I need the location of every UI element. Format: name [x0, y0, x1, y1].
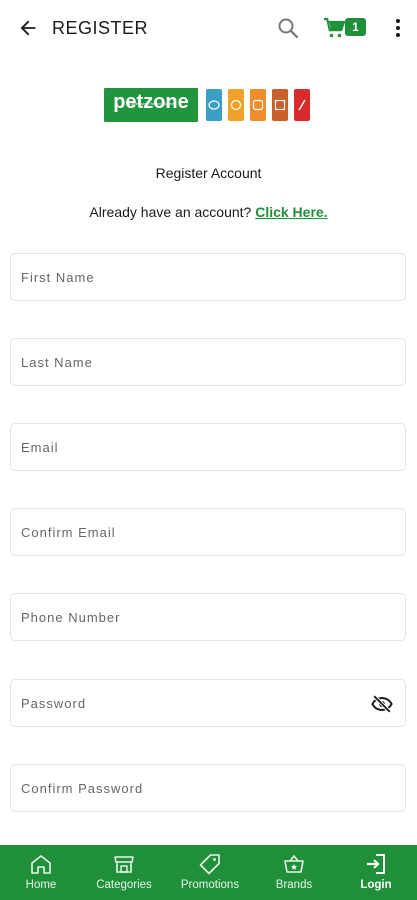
cart-button[interactable]: 1 [323, 14, 366, 42]
toggle-password-visibility-button[interactable] [371, 693, 393, 715]
more-options-button[interactable] [388, 16, 408, 40]
nav-label-login: Login [360, 879, 392, 891]
password-field [10, 679, 406, 727]
register-heading: Register Account [155, 165, 262, 181]
search-icon [278, 18, 299, 39]
email-field [10, 423, 406, 471]
last-name-input[interactable] [11, 339, 405, 385]
nav-label-home: Home [25, 879, 57, 891]
password-input[interactable] [11, 680, 405, 726]
storefront-icon [114, 856, 134, 873]
nav-label-categories: Categories [96, 879, 152, 891]
cart-count-badge: 1 [345, 18, 366, 36]
home-icon [31, 855, 51, 874]
tag-icon [199, 854, 220, 875]
eye-off-icon [371, 694, 393, 714]
confirm-password-input[interactable] [11, 765, 405, 811]
back-arrow-icon [20, 20, 36, 36]
nav-item-home[interactable]: Home [14, 845, 68, 900]
login-link[interactable]: Click Here. [255, 204, 327, 220]
logo-tile-bird [272, 89, 288, 121]
cart-icon [324, 17, 346, 38]
confirm-email-field [10, 508, 406, 556]
bottom-nav: Home Categories Promotions Brands Login [0, 845, 417, 900]
nav-label-brands: Brands [275, 879, 313, 891]
first-name-field [10, 253, 406, 301]
logo-tile-cat [228, 89, 244, 121]
basket-icon [284, 854, 304, 873]
phone-number-input[interactable] [11, 594, 405, 640]
logo-tile-small-pet [294, 89, 310, 121]
search-button[interactable] [276, 16, 300, 40]
page-title: REGISTER [52, 18, 149, 38]
nav-item-brands[interactable]: Brands [266, 845, 322, 900]
more-vertical-icon [396, 19, 400, 37]
phone-number-field [10, 593, 406, 641]
petzone-logo: petzone a pets zone for everyone [104, 88, 314, 124]
nav-item-categories[interactable]: Categories [88, 845, 160, 900]
logo-tile-dog [250, 89, 266, 121]
logo-wordmark: petzone a pets zone for everyone [104, 88, 198, 122]
nav-label-promotions: Promotions [180, 879, 240, 891]
confirm-password-field [10, 764, 406, 812]
confirm-email-input[interactable] [11, 509, 405, 555]
logo-tile-fish [206, 89, 222, 121]
app-bar: REGISTER 1 [0, 0, 417, 56]
back-button[interactable] [16, 16, 40, 40]
nav-item-login[interactable]: Login [350, 845, 402, 900]
email-input[interactable] [11, 424, 405, 470]
login-icon [367, 854, 385, 874]
last-name-field [10, 338, 406, 386]
first-name-input[interactable] [11, 254, 405, 300]
logo-tagline: a pets zone for everyone [128, 102, 174, 106]
login-prompt-text: Already have an account? [89, 204, 252, 220]
login-prompt-line: Already have an account? Click Here. [0, 204, 417, 220]
nav-item-promotions[interactable]: Promotions [174, 845, 246, 900]
